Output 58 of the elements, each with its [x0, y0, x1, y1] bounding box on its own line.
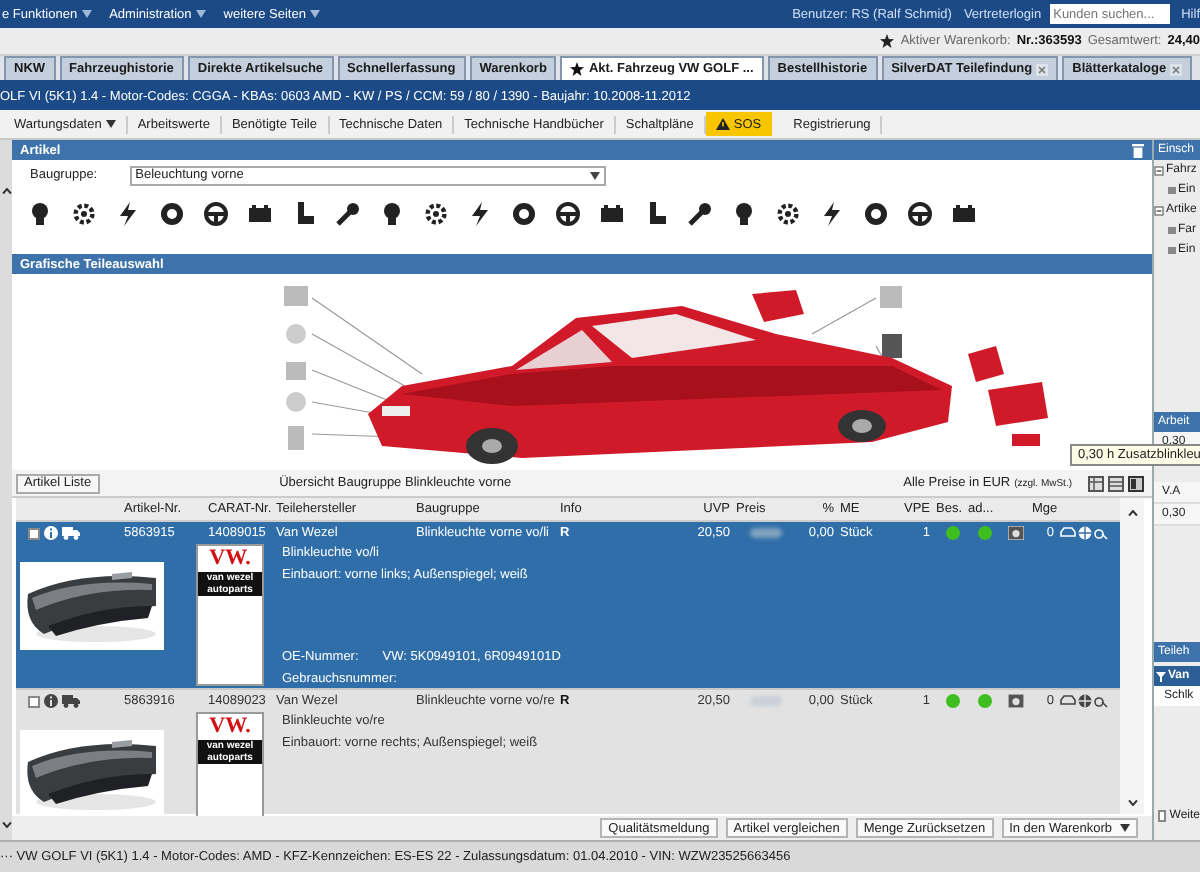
caret-icon — [589, 171, 600, 179]
lightning-icon[interactable] — [466, 200, 494, 228]
camera-icon[interactable] — [1008, 694, 1024, 708]
globe-icon[interactable] — [1078, 526, 1092, 540]
gear-icon[interactable] — [422, 200, 450, 228]
checkbox[interactable] — [28, 695, 40, 707]
car-icon[interactable] — [1060, 694, 1076, 706]
chevron-down-icon[interactable] — [1, 822, 11, 828]
star-icon — [880, 34, 895, 48]
collapse-icon[interactable] — [1154, 205, 1164, 215]
camera-icon[interactable] — [1008, 526, 1024, 540]
chevron-up-icon[interactable] — [1, 188, 11, 194]
table-view-icon[interactable] — [1088, 475, 1104, 491]
close-icon[interactable] — [1170, 63, 1183, 75]
info-icon[interactable] — [44, 526, 58, 540]
caret-icon — [195, 10, 206, 18]
detail-view-icon[interactable] — [1128, 475, 1144, 491]
steering-wheel-icon[interactable] — [202, 200, 230, 228]
car-parts-drawing[interactable] — [284, 286, 1048, 464]
checkbox[interactable] — [28, 527, 40, 539]
bulb-icon[interactable] — [730, 200, 758, 228]
lightning-icon[interactable] — [818, 200, 846, 228]
bulb-icon[interactable] — [378, 200, 406, 228]
truck-icon[interactable] — [62, 694, 80, 708]
info-icon[interactable] — [44, 694, 58, 708]
wheel-icon[interactable] — [158, 200, 186, 228]
chevron-down-icon[interactable] — [1127, 800, 1137, 806]
caret-icon — [81, 10, 92, 18]
checkbox[interactable] — [1158, 810, 1166, 822]
battery-icon[interactable] — [950, 200, 978, 228]
logo-mark: VW. — [209, 546, 251, 572]
gear-icon[interactable] — [774, 200, 802, 228]
warning-icon — [715, 118, 730, 130]
collapse-icon[interactable] — [1154, 165, 1164, 175]
battery-icon[interactable] — [246, 200, 274, 228]
logo-mark: VW. — [209, 714, 251, 740]
gear-icon[interactable] — [70, 200, 98, 228]
battery-icon[interactable] — [598, 200, 626, 228]
wrench-icon[interactable] — [334, 200, 362, 228]
trash-icon[interactable] — [1132, 143, 1144, 157]
table-row[interactable] — [16, 522, 1120, 688]
wheel-icon[interactable] — [862, 200, 890, 228]
list-view-icon[interactable] — [1108, 475, 1124, 491]
caret-icon — [309, 10, 320, 18]
close-icon[interactable] — [1036, 63, 1049, 75]
wrench-icon[interactable] — [686, 200, 714, 228]
wheel-icon[interactable] — [510, 200, 538, 228]
blurred-price — [750, 696, 782, 706]
truck-icon[interactable] — [62, 526, 80, 540]
folder-icon — [1168, 246, 1176, 254]
folder-icon — [1168, 226, 1176, 234]
bulb-icon[interactable] — [26, 200, 54, 228]
steering-wheel-icon[interactable] — [554, 200, 582, 228]
chevron-up-icon[interactable] — [1127, 510, 1137, 516]
blurred-price — [750, 528, 782, 538]
steering-wheel-icon[interactable] — [906, 200, 934, 228]
folder-icon — [1168, 186, 1176, 194]
lightning-icon[interactable] — [114, 200, 142, 228]
